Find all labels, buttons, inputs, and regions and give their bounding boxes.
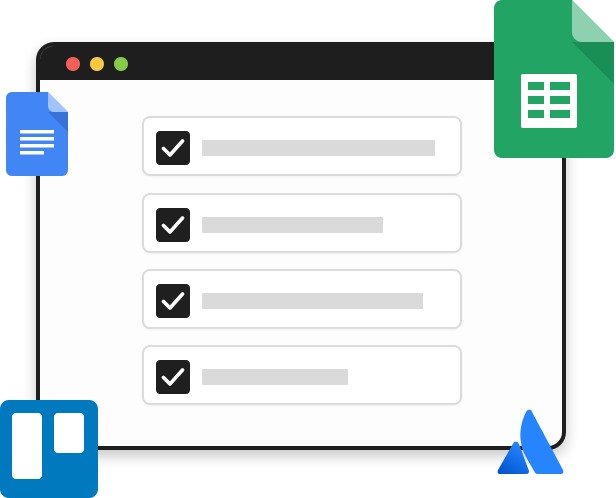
checkbox[interactable] (156, 360, 190, 394)
checkbox[interactable] (156, 131, 190, 165)
close-window-button[interactable] (66, 57, 80, 71)
checkmark-icon (161, 368, 185, 386)
atlassian-icon (497, 409, 564, 474)
google-sheets-icon (494, 0, 614, 158)
checklist-item (142, 193, 462, 253)
checklist-item (142, 116, 462, 176)
minimize-window-button[interactable] (90, 57, 104, 71)
placeholder-text-bar (202, 217, 383, 233)
checklist-item (142, 345, 462, 405)
placeholder-text-bar (202, 293, 423, 309)
maximize-window-button[interactable] (114, 57, 128, 71)
window-title-bar (40, 46, 562, 80)
placeholder-text-bar (202, 369, 348, 385)
checkbox[interactable] (156, 208, 190, 242)
google-docs-icon (6, 92, 68, 176)
checklist-item (142, 269, 462, 329)
checkmark-icon (161, 216, 185, 234)
trello-icon (0, 400, 98, 498)
placeholder-text-bar (202, 140, 435, 156)
checkmark-icon (161, 292, 185, 310)
checkbox[interactable] (156, 284, 190, 318)
checkmark-icon (161, 139, 185, 157)
